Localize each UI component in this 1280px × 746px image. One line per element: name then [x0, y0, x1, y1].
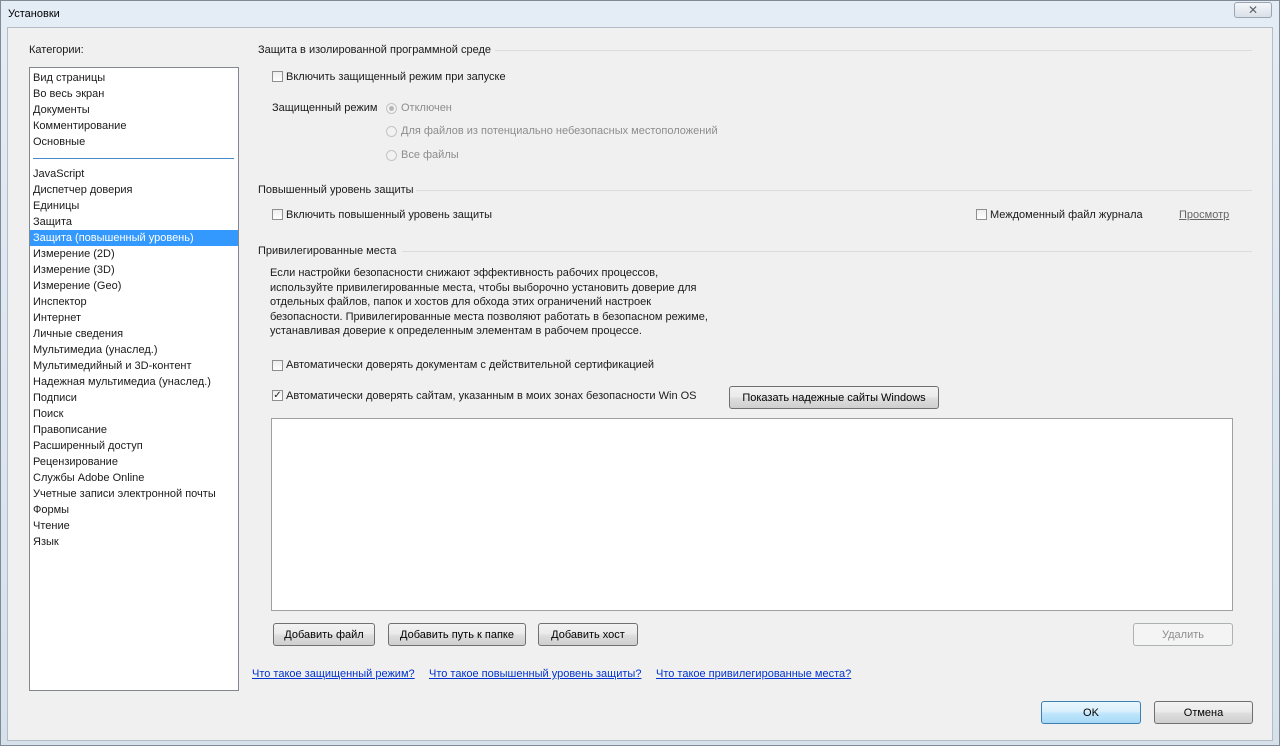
auto-trust-sites-label: Автоматически доверять сайтам, указанным… — [286, 390, 697, 402]
sandbox-group-title: Защита в изолированной программной среде — [258, 44, 491, 56]
auto-trust-certified-checkbox[interactable] — [272, 360, 283, 371]
add-file-button-label: Добавить файл — [284, 628, 364, 641]
category-item[interactable]: Защита — [30, 214, 238, 230]
category-item[interactable]: Мультимедиа (унаслед.) — [30, 342, 238, 358]
categories-list[interactable]: Вид страницы Во весь экран Документы Коммен… — [29, 67, 239, 691]
title-bar[interactable]: Установки ✕ — [1, 1, 1279, 27]
remove-button-label: Удалить — [1162, 628, 1204, 641]
category-item[interactable]: Правописание — [30, 422, 238, 438]
category-item[interactable]: Мультимедийный и 3D-контент — [30, 358, 238, 374]
enhanced-group-line — [416, 190, 1252, 191]
add-host-button-label: Добавить хост — [551, 628, 625, 641]
category-item[interactable]: Документы — [30, 102, 238, 118]
category-item[interactable]: Интернет — [30, 310, 238, 326]
privileged-group-line — [402, 251, 1252, 252]
category-item[interactable]: Измерение (3D) — [30, 262, 238, 278]
category-item[interactable]: Учетные записи электронной почты — [30, 486, 238, 502]
ok-button[interactable]: OK — [1041, 701, 1141, 724]
radio-all-files[interactable] — [386, 150, 397, 161]
category-item[interactable]: Вид страницы — [30, 70, 238, 86]
categories-separator — [33, 158, 234, 159]
sandbox-group-line — [495, 50, 1252, 51]
window-title: Установки — [8, 8, 60, 20]
privileged-locations-list[interactable] — [271, 418, 1233, 611]
privileged-group-title: Привилегированные места — [258, 245, 397, 257]
add-file-button[interactable]: Добавить файл — [273, 623, 375, 646]
category-item[interactable]: Поиск — [30, 406, 238, 422]
cross-domain-log-checkbox[interactable] — [976, 209, 987, 220]
remove-button[interactable]: Удалить — [1133, 623, 1233, 646]
enable-protected-mode-label: Включить защищенный режим при запуске — [286, 71, 506, 83]
category-item[interactable]: Во весь экран — [30, 86, 238, 102]
add-folder-path-button[interactable]: Добавить путь к папке — [388, 623, 526, 646]
show-windows-trusted-sites-button[interactable]: Показать надежные сайты Windows — [729, 386, 939, 409]
radio-off-label: Отключен — [401, 102, 452, 114]
close-button[interactable]: ✕ — [1234, 2, 1272, 18]
category-item[interactable]: Расширенный доступ — [30, 438, 238, 454]
category-item[interactable]: Измерение (Geo) — [30, 278, 238, 294]
category-item[interactable]: Рецензирование — [30, 454, 238, 470]
protected-mode-label: Защищенный режим — [272, 102, 378, 114]
ok-button-label: OK — [1083, 706, 1099, 719]
radio-all-files-label: Все файлы — [401, 149, 459, 161]
help-link-protected-mode[interactable]: Что такое защищенный режим? — [252, 668, 415, 680]
check-icon: ✓ — [273, 389, 282, 401]
category-item[interactable]: Подписи — [30, 390, 238, 406]
enable-enhanced-security-checkbox[interactable] — [272, 209, 283, 220]
radio-unsafe-locations-label: Для файлов из потенциально небезопасных … — [401, 125, 718, 137]
cancel-button-label: Отмена — [1183, 706, 1224, 719]
category-item[interactable]: Диспетчер доверия — [30, 182, 238, 198]
auto-trust-sites-checkbox[interactable]: ✓ — [272, 390, 283, 401]
category-item[interactable]: Чтение — [30, 518, 238, 534]
category-item[interactable]: JavaScript — [30, 166, 238, 182]
enhanced-group-title: Повышенный уровень защиты — [258, 184, 414, 196]
category-item[interactable]: Единицы — [30, 198, 238, 214]
category-item[interactable]: Инспектор — [30, 294, 238, 310]
category-item[interactable]: Комментирование — [30, 118, 238, 134]
cross-domain-log-label: Междоменный файл журнала — [990, 209, 1143, 221]
category-item[interactable]: Личные сведения — [30, 326, 238, 342]
category-item[interactable]: Формы — [30, 502, 238, 518]
auto-trust-certified-label: Автоматически доверять документам с дейс… — [286, 359, 655, 371]
category-item-selected[interactable]: Защита (повышенный уровень) — [30, 230, 238, 246]
close-icon: ✕ — [1247, 3, 1259, 17]
add-folder-path-button-label: Добавить путь к папке — [400, 628, 514, 641]
category-item[interactable]: Надежная мультимедиа (унаслед.) — [30, 374, 238, 390]
category-item[interactable]: Основные — [30, 134, 238, 150]
category-item[interactable]: Язык — [30, 534, 238, 550]
category-item[interactable]: Измерение (2D) — [30, 246, 238, 262]
preferences-dialog: Установки ✕ Категории: Вид страницы Во ве… — [0, 0, 1280, 746]
add-host-button[interactable]: Добавить хост — [538, 623, 638, 646]
radio-off[interactable] — [386, 103, 397, 114]
dialog-content: Категории: Вид страницы Во весь экран Доку… — [7, 27, 1273, 741]
help-link-privileged-locations[interactable]: Что такое привилегированные места? — [656, 668, 851, 680]
categories-label: Категории: — [29, 44, 84, 56]
radio-unsafe-locations[interactable] — [386, 126, 397, 137]
show-windows-trusted-sites-button-label: Показать надежные сайты Windows — [742, 391, 926, 404]
category-item[interactable]: Службы Adobe Online — [30, 470, 238, 486]
privileged-description: Если настройки безопасности снижают эффе… — [270, 267, 708, 338]
cancel-button[interactable]: Отмена — [1154, 701, 1253, 724]
view-log-link[interactable]: Просмотр — [1179, 209, 1229, 221]
enable-enhanced-security-label: Включить повышенный уровень защиты — [286, 209, 493, 221]
enable-protected-mode-checkbox[interactable] — [272, 71, 283, 82]
help-link-enhanced-security[interactable]: Что такое повышенный уровень защиты? — [429, 668, 641, 680]
